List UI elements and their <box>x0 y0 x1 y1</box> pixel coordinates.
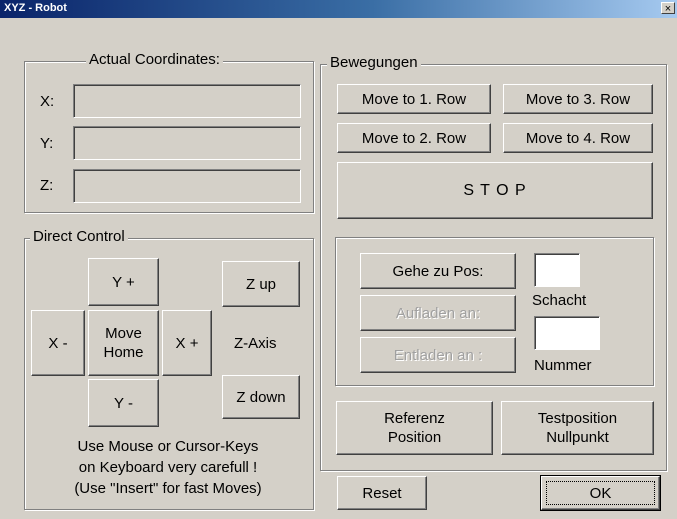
z-axis-label: Z-Axis <box>234 335 277 352</box>
x-coordinate-field <box>73 84 301 118</box>
schacht-input[interactable] <box>534 253 580 287</box>
aufladen-an-button[interactable]: Aufladen an: <box>360 295 516 331</box>
referenz-position-button[interactable]: Referenz Position <box>336 401 493 455</box>
coordinates-legend: Actual Coordinates: <box>86 51 223 68</box>
gehe-zu-pos-button[interactable]: Gehe zu Pos: <box>360 253 516 289</box>
keyboard-hint-text: Use Mouse or Cursor-Keys on Keyboard ver… <box>74 438 262 497</box>
move-row-1-button[interactable]: Move to 1. Row <box>337 84 491 114</box>
x-minus-button[interactable]: X - <box>31 310 85 376</box>
entladen-an-button[interactable]: Entladen an : <box>360 337 516 373</box>
window-title: XYZ - Robot <box>4 2 67 14</box>
move-home-button[interactable]: Move Home <box>88 310 159 376</box>
y-minus-button[interactable]: Y - <box>88 379 159 427</box>
y-label: Y: <box>40 135 54 152</box>
move-row-2-button[interactable]: Move to 2. Row <box>337 123 491 153</box>
nummer-input[interactable] <box>534 316 600 350</box>
schacht-label: Schacht <box>532 292 587 309</box>
move-row-4-button[interactable]: Move to 4. Row <box>503 123 653 153</box>
stop-button[interactable]: S T O P <box>337 162 653 219</box>
reset-button[interactable]: Reset <box>337 476 427 510</box>
z-down-button[interactable]: Z down <box>222 375 300 419</box>
x-plus-button[interactable]: X + <box>162 310 212 376</box>
direct-control-legend: Direct Control <box>30 228 128 245</box>
close-icon[interactable]: × <box>661 2 675 15</box>
nummer-label: Nummer <box>534 357 592 374</box>
title-bar: XYZ - Robot × <box>0 0 677 18</box>
move-row-3-button[interactable]: Move to 3. Row <box>503 84 653 114</box>
focus-rectangle <box>546 481 655 505</box>
bewegungen-legend: Bewegungen <box>327 54 421 71</box>
z-coordinate-field <box>73 169 301 203</box>
x-label: X: <box>40 93 55 110</box>
testposition-nullpunkt-button[interactable]: Testposition Nullpunkt <box>501 401 654 455</box>
z-up-button[interactable]: Z up <box>222 261 300 307</box>
y-coordinate-field <box>73 126 301 160</box>
z-label: Z: <box>40 177 54 194</box>
ok-button[interactable]: OK <box>540 475 661 511</box>
y-plus-button[interactable]: Y + <box>88 258 159 306</box>
